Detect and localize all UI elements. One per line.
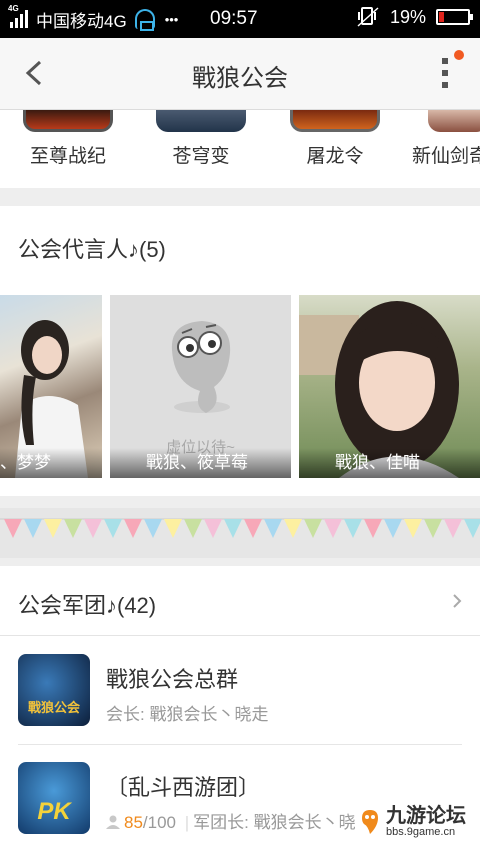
bunting-flag [424, 519, 442, 538]
legion-section: 公会军团♪(42) 戰狼公会 戰狼公会总群 会长: 戰狼会长丶晓走 PK 〔乱斗… [0, 566, 480, 854]
battery-percent: 19% [389, 6, 426, 27]
spokesperson-section: 公会代言人♪(5) 、梦梦 虚位以待~ 戰狼、筱草莓 [0, 206, 480, 496]
decorative-bunting [0, 508, 480, 558]
chevron-right-icon [453, 594, 462, 608]
bunting-flag [64, 519, 82, 538]
more-dots-label: ••• [164, 11, 179, 27]
status-bar: 4G 中国移动4G ••• 09:57 19% [0, 0, 480, 38]
spokesperson-caption: 戰狼、筱草莓 [110, 448, 291, 478]
game-name: 至尊战纪 [29, 146, 106, 167]
legion-title: 公会军团♪(42) [18, 593, 157, 618]
bunting-flag [464, 519, 480, 538]
watermark-text: 九游论坛 [386, 805, 466, 827]
spokesperson-caption: 戰狼、佳喵 [299, 448, 480, 478]
battery-icon [436, 9, 473, 25]
bunting-flag [384, 519, 402, 538]
bunting-flag [124, 519, 142, 538]
legion-list-item[interactable]: 戰狼公会 戰狼公会总群 会长: 戰狼会长丶晓走 [0, 636, 480, 744]
spokesperson-card[interactable]: 虚位以待~ 戰狼、筱草莓 [110, 295, 291, 478]
watermark: 九游论坛 bbs.9game.cn [358, 806, 466, 838]
bunting-flag [144, 519, 162, 538]
game-item[interactable]: 屠龙令 [275, 110, 395, 168]
legion-leader: 会长: 戰狼会长丶晓走 [106, 705, 269, 724]
notification-dot [454, 50, 464, 60]
bunting-flag [204, 519, 222, 538]
bunting-flag [264, 519, 282, 538]
signal-icon: 4G [8, 4, 28, 28]
spokesperson-card[interactable]: 、梦梦 [0, 295, 102, 478]
bunting-flag [284, 519, 302, 538]
game-thumbnail [428, 110, 480, 132]
game-thumbnail [23, 110, 113, 132]
legion-avatar: 戰狼公会 [18, 654, 90, 726]
person-icon [106, 815, 120, 829]
spokesperson-title: 公会代言人♪(5) [18, 237, 166, 262]
title-bar: 戰狼公会 [0, 38, 480, 110]
bunting-flag [104, 519, 122, 538]
bunting-flag [224, 519, 242, 538]
legion-header[interactable]: 公会军团♪(42) [0, 566, 480, 636]
legion-meta: 85/100 | 军团长: 戰狼会长丶晓 [106, 808, 356, 833]
page-title: 戰狼公会 [192, 65, 288, 92]
member-capacity: /100 [142, 813, 177, 832]
bunting-flag [184, 519, 202, 538]
game-name: 苍穹变 [172, 146, 230, 167]
headset-icon [134, 9, 155, 31]
bunting-flag [444, 519, 462, 538]
avatar-logo-text: PK [37, 798, 71, 825]
spokesperson-card[interactable]: 戰狼、佳喵 [299, 295, 480, 478]
bunting-flag [344, 519, 362, 538]
network-type-label: 4G [8, 4, 19, 13]
avatar-logo-text: 戰狼公会 [27, 700, 80, 715]
game-item[interactable]: 至尊战纪 [8, 110, 128, 168]
spokesperson-caption: 、梦梦 [0, 448, 102, 478]
bunting-flag [404, 519, 422, 538]
member-count: 85 [124, 813, 143, 832]
more-options-icon[interactable] [442, 58, 450, 90]
bunting-flag [324, 519, 342, 538]
game-thumbnail [290, 110, 380, 132]
battery-fill [439, 12, 444, 22]
bunting-flag [304, 519, 322, 538]
vibrate-icon [357, 7, 379, 27]
game-name: 屠龙令 [306, 146, 364, 167]
bunting-flags [0, 518, 480, 538]
bunting-flag [24, 519, 42, 538]
bunting-flag [244, 519, 262, 538]
legion-name: 戰狼公会总群 [106, 667, 239, 692]
games-row: 至尊战纪 苍穹变 屠龙令 新仙剑奇 [0, 110, 480, 188]
bunting-flag [44, 519, 62, 538]
bunting-flag [364, 519, 382, 538]
bunting-flag [84, 519, 102, 538]
bunting-flag [164, 519, 182, 538]
legion-name: 〔乱斗西游团〕 [106, 775, 261, 800]
mascot-logo-icon [362, 810, 378, 834]
game-item[interactable]: 新仙剑奇 [404, 110, 480, 168]
carrier-label: 中国移动4G [36, 11, 127, 31]
game-item[interactable]: 苍穹变 [141, 110, 261, 168]
legion-leader: 军团长: 戰狼会长丶晓 [193, 813, 356, 832]
legion-avatar: PK [18, 762, 90, 834]
watermark-url: bbs.9game.cn [386, 826, 456, 838]
bunting-flag [4, 519, 22, 538]
game-name: 新仙剑奇 [412, 146, 480, 167]
clock: 09:57 [210, 8, 258, 29]
game-thumbnail [156, 110, 246, 132]
